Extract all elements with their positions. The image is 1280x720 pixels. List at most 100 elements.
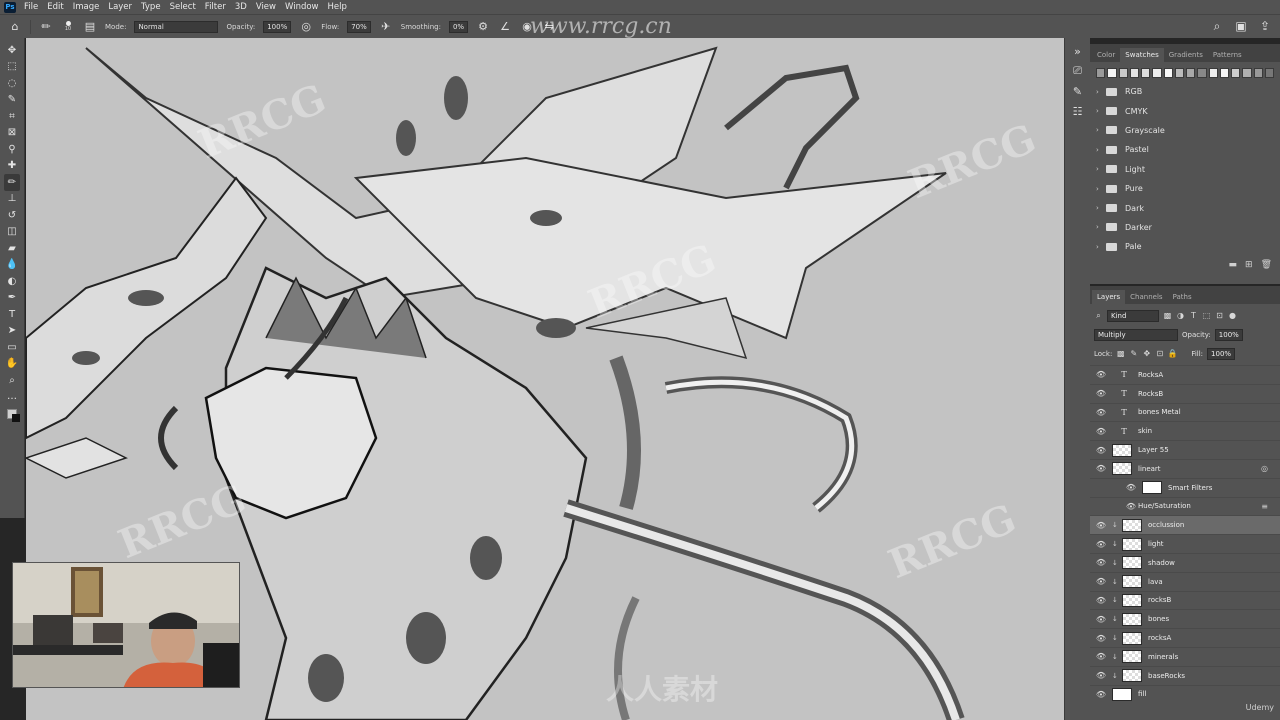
menu-view[interactable]: View [256,2,276,12]
visibility-eye-icon[interactable]: 👁 [1094,615,1108,624]
move-tool-icon[interactable]: ✥ [4,42,20,59]
menu-filter[interactable]: Filter [205,2,226,12]
layer-row[interactable]: 👁 fill [1090,684,1280,704]
recent-swatch[interactable] [1186,68,1196,78]
filter-type-icon[interactable]: T [1189,311,1198,320]
lock-artboard-icon[interactable]: ⊡ [1155,349,1164,358]
filter-toggle-icon[interactable]: ● [1228,311,1237,320]
menu-image[interactable]: Image [73,2,100,12]
chevron-right-icon[interactable]: › [1096,146,1106,154]
visibility-eye-icon[interactable]: 👁 [1124,483,1138,492]
visibility-eye-icon[interactable]: 👁 [1094,596,1108,605]
filter-pixel-icon[interactable]: ▩ [1163,311,1172,320]
gradient-tool-icon[interactable]: ▰ [4,240,20,257]
visibility-eye-icon[interactable]: 👁 [1094,558,1108,567]
menu-layer[interactable]: Layer [108,2,132,12]
visibility-eye-icon[interactable]: 👁 [1094,408,1108,417]
swatch-group[interactable]: › Light [1090,160,1280,179]
layer-row[interactable]: 👁 ↓ light [1090,534,1280,553]
lock-position-icon[interactable]: ✥ [1142,349,1151,358]
new-group-icon[interactable]: ▬ [1229,260,1238,270]
swatch-group[interactable]: › Pastel [1090,140,1280,159]
tab-layers[interactable]: Layers [1092,290,1126,304]
brush-panel-icon[interactable]: ✎ [1071,84,1085,98]
more-tools-icon[interactable]: … [4,389,20,406]
visibility-eye-icon[interactable]: 👁 [1094,634,1108,643]
recent-swatch[interactable] [1174,68,1184,78]
share-icon[interactable]: ⇪ [1258,19,1272,33]
menu-3d[interactable]: 3D [235,2,247,12]
layer-row[interactable]: 👁 ↓ lava [1090,571,1280,591]
layer-row[interactable]: 👁 ↓ rocksA [1090,628,1280,647]
stamp-tool-icon[interactable]: ⊥ [4,191,20,208]
blur-tool-icon[interactable]: 💧 [4,257,20,274]
recent-swatch[interactable] [1141,68,1151,78]
path-select-tool-icon[interactable]: ➤ [4,323,20,340]
tab-swatches[interactable]: Swatches [1120,48,1164,62]
visibility-eye-icon[interactable]: 👁 [1094,389,1108,398]
visibility-eye-icon[interactable]: 👁 [1094,427,1108,436]
chevron-right-icon[interactable]: › [1096,165,1106,173]
recent-swatch[interactable] [1264,68,1274,78]
layer-opacity-field[interactable]: 100% [1214,328,1243,341]
blend-mode-select[interactable]: Multiply [1094,328,1178,341]
angle-icon[interactable]: ∠ [498,20,512,34]
visibility-eye-icon[interactable]: 👁 [1094,540,1108,549]
layer-row[interactable]: 👁 ↓ minerals [1090,646,1280,666]
frame-tool-icon[interactable]: ⊠ [4,125,20,142]
recent-swatch[interactable] [1208,68,1218,78]
layer-row[interactable]: 👁 ↓ occlussion [1090,515,1280,535]
layer-row[interactable]: 👁 lineart ◎ [1090,458,1280,478]
visibility-eye-icon[interactable]: 👁 [1094,690,1108,699]
collapse-icon[interactable]: » [1071,44,1085,58]
type-tool-icon[interactable]: T [4,306,20,323]
recent-swatch[interactable] [1231,68,1241,78]
recent-swatch[interactable] [1107,68,1117,78]
smoothing-field[interactable]: 0% [448,20,469,33]
swatch-group[interactable]: › Darker [1090,218,1280,237]
brush-tool-icon[interactable]: ✏ [4,174,20,191]
brush-settings-icon[interactable]: ▤ [83,20,97,34]
menu-edit[interactable]: Edit [47,2,63,12]
mode-select[interactable]: Normal [134,20,219,33]
visibility-eye-icon[interactable]: 👁 [1124,502,1138,511]
lasso-tool-icon[interactable]: ◌ [4,75,20,92]
history-brush-icon[interactable]: ↺ [4,207,20,224]
lock-pixels-icon[interactable]: ✎ [1129,349,1138,358]
filter-shape-icon[interactable]: ⬚ [1202,311,1211,320]
visibility-eye-icon[interactable]: 👁 [1094,577,1108,586]
brush-size-picker[interactable]: 10 [61,21,75,32]
swatch-group[interactable]: › Pale [1090,237,1280,256]
zoom-tool-icon[interactable]: ⌕ [4,372,20,389]
background-color[interactable] [12,414,20,422]
menu-file[interactable]: File [24,2,38,12]
opacity-field[interactable]: 100% [263,20,292,33]
chevron-right-icon[interactable]: › [1096,88,1106,96]
swatch-group[interactable]: › CMYK [1090,101,1280,120]
tab-channels[interactable]: Channels [1125,290,1167,304]
layer-row[interactable]: 👁 ↓ rocksB [1090,590,1280,610]
chevron-right-icon[interactable]: › [1096,243,1106,251]
healing-tool-icon[interactable]: ✚ [4,158,20,175]
chevron-right-icon[interactable]: › [1096,107,1106,115]
layer-row[interactable]: 👁 ↓ bones [1090,609,1280,628]
eyedropper-tool-icon[interactable]: ⚲ [4,141,20,158]
quick-select-tool-icon[interactable]: ✎ [4,92,20,109]
menu-window[interactable]: Window [285,2,319,12]
swatch-group[interactable]: › RGB [1090,82,1280,101]
tab-patterns[interactable]: Patterns [1208,48,1247,62]
swatch-group[interactable]: › Dark [1090,198,1280,217]
home-icon[interactable]: ⌂ [8,20,22,34]
menu-select[interactable]: Select [170,2,196,12]
visibility-eye-icon[interactable]: 👁 [1094,370,1108,379]
visibility-eye-icon[interactable]: 👁 [1094,671,1108,680]
layer-row[interactable]: 👁 ↓ shadow [1090,552,1280,572]
tab-paths[interactable]: Paths [1168,290,1197,304]
recent-swatch[interactable] [1163,68,1173,78]
new-swatch-icon[interactable]: ⊞ [1245,260,1253,270]
shape-tool-icon[interactable]: ▭ [4,339,20,356]
dodge-tool-icon[interactable]: ◐ [4,273,20,290]
chevron-right-icon[interactable]: › [1096,223,1106,231]
swatch-group[interactable]: › Grayscale [1090,121,1280,140]
visibility-eye-icon[interactable]: 👁 [1094,521,1108,530]
